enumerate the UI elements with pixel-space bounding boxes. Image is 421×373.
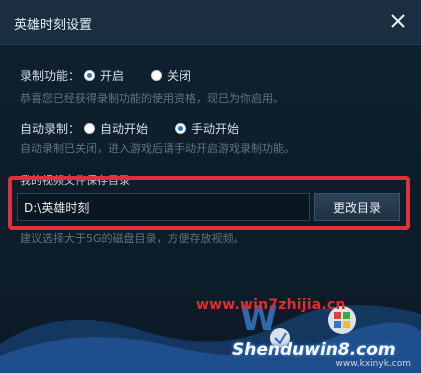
record-on-radio[interactable]: 开启: [84, 67, 124, 84]
radio-checked-icon: [175, 123, 186, 134]
close-icon[interactable]: [389, 12, 407, 30]
dialog-title: 英雄时刻设置: [14, 18, 93, 33]
settings-dialog: 英雄时刻设置 录制功能： 开启 关闭 恭喜您已经获得录制功能的使用资格，现已为你…: [0, 0, 421, 373]
save-dir-hint: 建议选择大于5G的磁盘目录，方便存放视频。: [20, 232, 245, 245]
manual-start-label: 手动开始: [191, 122, 240, 136]
manual-start-radio[interactable]: 手动开始: [175, 120, 239, 137]
radio-checked-icon: [84, 70, 95, 81]
record-on-label: 开启: [100, 69, 125, 83]
watermark-small-url: www.kxinyk.com: [335, 359, 411, 369]
record-feature-hint: 恭喜您已经获得录制功能的使用资格，现已为你启用。: [20, 92, 284, 105]
annotation-highlight-box: [8, 176, 410, 230]
auto-record-hint: 自动录制已关闭，进入游戏后请手动开启游戏录制功能。: [20, 142, 295, 155]
title-bar: 英雄时刻设置: [0, 0, 421, 45]
record-feature-label: 录制功能：: [20, 69, 81, 83]
watermark-url: www.win7zhijia.cn: [196, 297, 346, 313]
auto-start-radio[interactable]: 自动开始: [84, 120, 148, 137]
radio-unchecked-icon: [84, 123, 95, 134]
radio-unchecked-icon: [151, 70, 162, 81]
record-off-radio[interactable]: 关闭: [151, 67, 191, 84]
watermark-brand: Shenduwin8.com: [232, 340, 396, 360]
record-off-label: 关闭: [167, 69, 192, 83]
auto-record-label: 自动录制：: [20, 122, 81, 136]
auto-start-label: 自动开始: [100, 122, 149, 136]
